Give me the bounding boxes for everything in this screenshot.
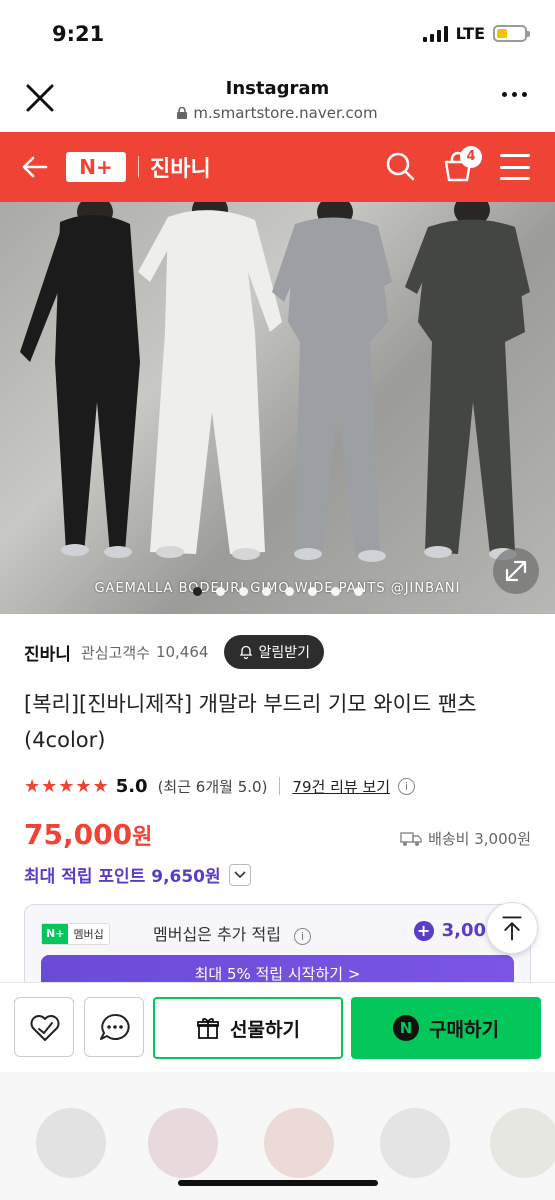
- membership-text-label: 멤버십은 추가 적립: [153, 925, 281, 944]
- recent-rating: (최근 6개월 5.0): [157, 777, 268, 796]
- membership-box: N+ 멤버십 멤버십은 추가 적립 i + 3,00 최대 5% 적립 시작하기…: [24, 904, 531, 994]
- membership-points: + 3,00: [413, 920, 486, 941]
- naver-plus-tag-logo: N+: [42, 924, 69, 944]
- store-header: N+ 진바니 4: [0, 132, 555, 202]
- lock-icon: [177, 107, 188, 119]
- cart-count-badge: 4: [460, 146, 482, 168]
- store-name[interactable]: 진바니: [24, 640, 71, 665]
- shipping-text: 배송비 3,000원: [428, 830, 531, 848]
- info-icon[interactable]: i: [398, 777, 416, 795]
- network-label: LTE: [455, 24, 485, 43]
- truck-icon: [400, 831, 422, 846]
- membership-points-value: 3,00: [441, 920, 486, 941]
- signal-icon: [422, 25, 448, 42]
- background-content: [0, 1072, 555, 1200]
- carousel-dot[interactable]: [307, 587, 317, 596]
- browser-bar: Instagram m.smartstore.naver.com: [0, 68, 555, 132]
- expand-icon[interactable]: [493, 548, 539, 594]
- more-icon[interactable]: [502, 92, 527, 97]
- rating-score: 5.0: [115, 775, 148, 797]
- chevron-down-icon[interactable]: [228, 863, 251, 886]
- gift-button[interactable]: 선물하기: [153, 997, 343, 1059]
- carousel-dots[interactable]: [0, 587, 555, 596]
- carousel-dot[interactable]: [192, 587, 202, 596]
- membership-text: 멤버십은 추가 적립 i: [153, 921, 312, 945]
- price: 75,000원: [24, 818, 152, 851]
- naver-plus-membership-tag: N+ 멤버십: [41, 923, 110, 945]
- plus-icon: +: [413, 920, 434, 941]
- home-indicator: [178, 1180, 378, 1186]
- faded-thumbnail: [148, 1108, 218, 1178]
- carousel-dot[interactable]: [330, 587, 340, 596]
- points-text: 최대 적립 포인트 9,650원: [24, 867, 221, 887]
- status-bar: 9:21 LTE: [0, 0, 555, 68]
- carousel-dot[interactable]: [238, 587, 248, 596]
- alarm-button[interactable]: 알림받기: [224, 635, 324, 669]
- clock: 9:21: [52, 22, 105, 46]
- naver-plus-logo[interactable]: N+: [66, 152, 126, 182]
- points-row[interactable]: 최대 적립 포인트 9,650원: [24, 862, 251, 887]
- alarm-label: 알림받기: [258, 645, 310, 661]
- product-title: [복리][진바니제작] 개말라 부드리 기모 와이드 팬츠 (4color): [24, 692, 477, 752]
- faded-thumbnail: [264, 1108, 334, 1178]
- store-brand[interactable]: 진바니: [150, 151, 211, 183]
- header-divider: [138, 156, 139, 178]
- url-text: m.smartstore.naver.com: [193, 104, 378, 122]
- chat-icon: [100, 1013, 130, 1040]
- carousel-dot[interactable]: [284, 587, 294, 596]
- bottom-action-bar: 선물하기 N 구매하기: [0, 982, 555, 1072]
- rating-stars-icon: ★★★★★: [24, 775, 110, 797]
- back-arrow-icon[interactable]: [20, 152, 50, 182]
- rating-row: ★★★★★ 5.0 (최근 6개월 5.0) 79건 리뷰 보기 i: [24, 772, 531, 800]
- battery-icon: [493, 25, 530, 42]
- menu-icon[interactable]: [500, 154, 530, 180]
- gift-icon: [197, 1018, 219, 1039]
- store-info-row: 진바니 관심고객수 10,464 알림받기: [24, 634, 531, 670]
- carousel-dot[interactable]: [215, 587, 225, 596]
- buy-label: 구매하기: [429, 1018, 499, 1041]
- review-link[interactable]: 79건 리뷰 보기: [292, 776, 390, 797]
- status-icons: LTE: [422, 24, 530, 43]
- product-image[interactable]: GAEMALLA BODEURI GIMO WIDE PANTS @JINBAN…: [0, 202, 555, 614]
- scroll-top-icon[interactable]: [486, 902, 538, 954]
- faded-thumbnail: [490, 1108, 555, 1178]
- product-photo-illustration: [20, 202, 530, 562]
- carousel-dot[interactable]: [261, 587, 271, 596]
- naver-pay-logo: N: [393, 1015, 420, 1041]
- subscribers-label: 관심고객수: [80, 643, 150, 662]
- search-icon[interactable]: [384, 150, 416, 182]
- chat-button[interactable]: [84, 997, 144, 1057]
- price-value: 75,000: [24, 818, 133, 851]
- bell-plus-icon: [240, 645, 253, 660]
- price-unit: 원: [132, 825, 153, 850]
- wishlist-button[interactable]: [14, 997, 74, 1057]
- subscribers-count: 10,464: [155, 643, 209, 661]
- browser-url[interactable]: m.smartstore.naver.com: [0, 104, 555, 122]
- divider: [279, 777, 281, 795]
- carousel-dot[interactable]: [353, 587, 363, 596]
- buy-button[interactable]: N 구매하기: [351, 997, 541, 1059]
- faded-thumbnail: [380, 1108, 450, 1178]
- membership-tag-label: 멤버십: [73, 928, 104, 941]
- faded-thumbnail: [36, 1108, 106, 1178]
- browser-title: Instagram: [225, 78, 330, 99]
- shipping-info: 배송비 3,000원: [400, 828, 531, 849]
- gift-label: 선물하기: [230, 1018, 300, 1041]
- info-icon[interactable]: i: [294, 928, 312, 945]
- heart-check-icon: [30, 1015, 60, 1041]
